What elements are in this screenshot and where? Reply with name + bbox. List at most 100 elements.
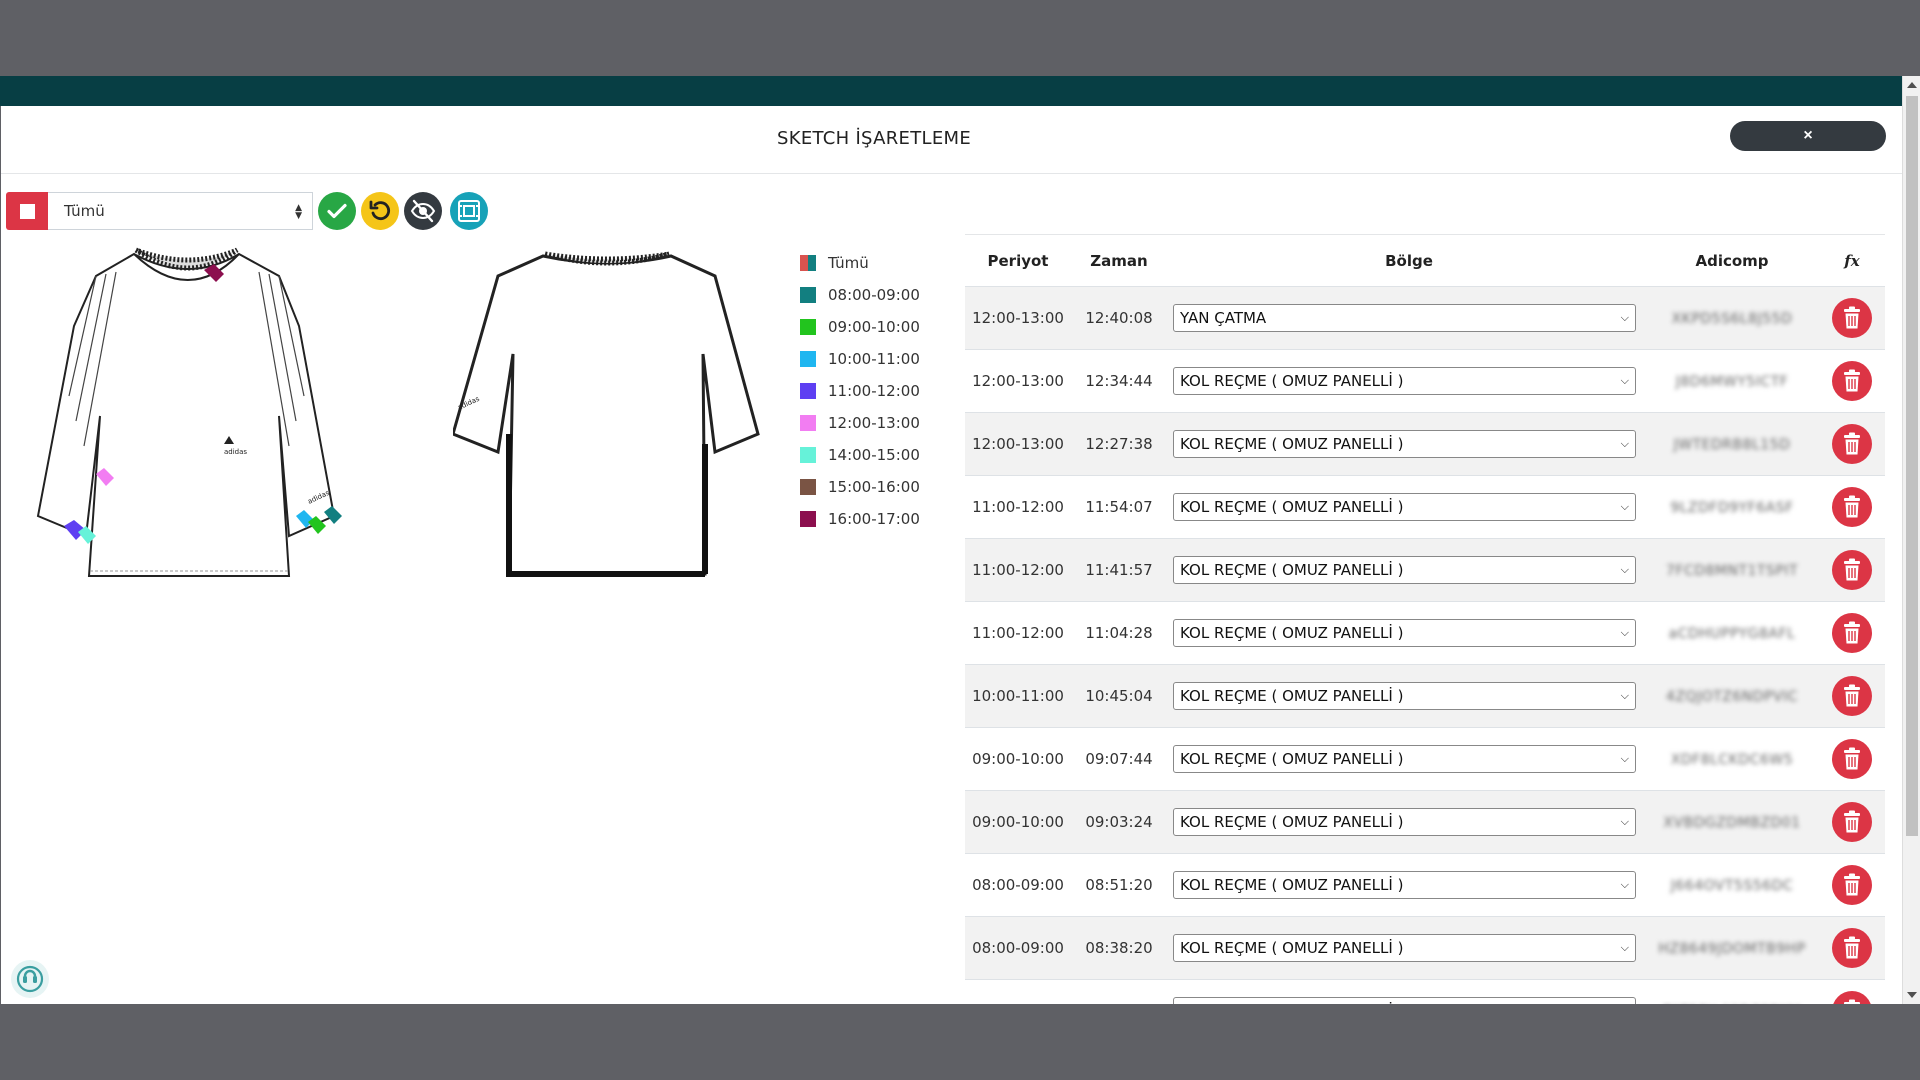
svg-text:adidas: adidas — [224, 448, 247, 456]
legend-item[interactable]: 08:00-09:00 — [800, 279, 920, 311]
page-scrollbar[interactable] — [1902, 76, 1920, 1004]
cell-zaman: 12:27:38 — [1085, 435, 1153, 453]
cell-zaman: 11:54:07 — [1085, 498, 1153, 516]
trash-icon — [1844, 684, 1860, 707]
bolge-value: KOL REÇME ( OMUZ PANELLİ ) — [1180, 498, 1404, 516]
delete-button[interactable] — [1832, 298, 1872, 338]
cell-zaman: 10:45:04 — [1085, 687, 1153, 705]
legend-item[interactable]: 16:00-17:00 — [800, 503, 920, 535]
scroll-down-icon[interactable] — [1907, 992, 1917, 998]
bolge-select[interactable]: KOL REÇME ( OMUZ PANELLİ )⌵ — [1173, 745, 1636, 773]
delete-button[interactable] — [1832, 550, 1872, 590]
trash-icon — [1844, 495, 1860, 518]
trash-icon — [1844, 747, 1860, 770]
table-row: 10:00-11:00 10:45:04 KOL REÇME ( OMUZ PANE… — [965, 664, 1885, 727]
cell-actions — [1819, 739, 1885, 779]
adicomp-value: XDF8LCKDC6W5 — [1670, 752, 1794, 768]
chevron-down-icon: ⌵ — [1620, 563, 1629, 576]
bolge-select[interactable]: KOL REÇME ( OMUZ PANELLİ ) ⌵ — [1173, 493, 1636, 521]
legend-swatch — [800, 511, 816, 527]
bolge-select[interactable]: YAN ÇATMA ⌵ — [1173, 304, 1636, 332]
delete-button[interactable] — [1832, 802, 1872, 842]
delete-button[interactable] — [1832, 424, 1872, 464]
bolge-value: KOL REÇME ( OMUZ PANELLİ ) — [1180, 1002, 1403, 1004]
bolge-select[interactable]: KOL REÇME ( OMUZ PANELLİ )⌵ — [1173, 808, 1636, 836]
delete-button[interactable] — [1832, 487, 1872, 527]
cell-zaman: 09:03:24 — [1085, 813, 1153, 831]
delete-button[interactable] — [1832, 739, 1872, 779]
undo-button[interactable] — [361, 192, 399, 230]
bolge-select[interactable]: KOL REÇME ( OMUZ PANELLİ )⌵ — [1173, 934, 1636, 962]
bolge-value: KOL REÇME ( OMUZ PANELLİ ) — [1180, 624, 1404, 642]
legend-label: 10:00-11:00 — [828, 350, 920, 368]
delete-button[interactable] — [1832, 361, 1872, 401]
bolge-select[interactable]: KOL REÇME ( OMUZ PANELLİ ) ⌵ — [1173, 556, 1636, 584]
table-row: 14:00-15:0014:31:00 KOL REÇME ( OMUZ PANE… — [965, 979, 1885, 1004]
garment-front-sketch[interactable]: adidas adidas — [34, 236, 344, 596]
chevron-down-icon: ⌵ — [1620, 941, 1629, 954]
cell-zaman: 09:07:44 — [1085, 750, 1153, 768]
legend-item[interactable]: 10:00-11:00 — [800, 343, 920, 375]
cell-periyot: 08:00-09:00 — [972, 876, 1064, 894]
fit-screen-button[interactable] — [450, 192, 488, 230]
modal-title: SKETCH İŞARETLEME — [776, 128, 972, 149]
garment-back-sketch[interactable]: adidas — [453, 234, 763, 594]
confirm-button[interactable] — [318, 192, 356, 230]
bolge-value: KOL REÇME ( OMUZ PANELLİ ) — [1180, 750, 1404, 768]
scroll-up-icon[interactable] — [1907, 82, 1917, 88]
support-fab[interactable] — [11, 960, 49, 998]
select-arrows-icon: ▲ ▼ — [295, 203, 302, 221]
chevron-down-icon: ⌵ — [1620, 437, 1629, 450]
legend-item-all[interactable]: Tümü — [800, 247, 920, 279]
bolge-select[interactable]: KOL REÇME ( OMUZ PANELLİ )⌵ — [1173, 619, 1636, 647]
trash-icon — [1844, 558, 1860, 581]
period-filter-value: Tümü — [64, 202, 105, 220]
bolge-value: KOL REÇME ( OMUZ PANELLİ ) — [1180, 687, 1404, 705]
cell-bolge: KOL REÇME ( OMUZ PANELLİ )⌵ — [1167, 997, 1645, 1004]
chevron-down-icon: ⌵ — [1620, 500, 1629, 513]
adicomp-value: 4ZQJOTZ6NDPVIC — [1666, 689, 1798, 705]
bolge-value: KOL REÇME ( OMUZ PANELLİ ) — [1180, 561, 1404, 579]
cell-adicomp: 7FCD8MNT1TSPIT — [1645, 561, 1819, 579]
legend-swatch — [800, 447, 816, 463]
adicomp-value: XKPD5S6L8J55D — [1671, 311, 1793, 327]
cell-actions — [1819, 361, 1885, 401]
legend-item[interactable]: 11:00-12:00 — [800, 375, 920, 407]
bolge-select[interactable]: KOL REÇME ( OMUZ PANELLİ )⌵ — [1173, 871, 1636, 899]
cell-bolge: KOL REÇME ( OMUZ PANELLİ )⌵ — [1167, 430, 1645, 458]
cell-periyot: 11:00-12:00 — [972, 561, 1064, 579]
scroll-thumb[interactable] — [1906, 96, 1918, 836]
trash-icon — [1844, 873, 1860, 896]
cell-bolge: KOL REÇME ( OMUZ PANELLİ )⌵ — [1167, 934, 1645, 962]
delete-button[interactable] — [1832, 865, 1872, 905]
legend-item[interactable]: 15:00-16:00 — [800, 471, 920, 503]
cell-adicomp: aCDHUPPYG8AFL — [1645, 624, 1819, 642]
bolge-select[interactable]: KOL REÇME ( OMUZ PANELLİ )⌵ — [1173, 997, 1636, 1004]
stop-button[interactable] — [6, 192, 48, 230]
legend-item[interactable]: 09:00-10:00 — [800, 311, 920, 343]
delete-button[interactable] — [1832, 676, 1872, 716]
delete-button[interactable] — [1832, 613, 1872, 653]
cell-periyot: 12:00-13:00 — [972, 435, 1064, 453]
legend-swatch — [800, 479, 816, 495]
hide-markers-button[interactable] — [404, 192, 442, 230]
cell-adicomp: TAT5RY-62D78PKM — [1645, 1002, 1819, 1004]
period-filter-select[interactable]: Tümü ▲ ▼ — [48, 192, 313, 230]
legend-item[interactable]: 14:00-15:00 — [800, 439, 920, 471]
delete-button[interactable] — [1832, 928, 1872, 968]
header-periyot: Periyot — [987, 251, 1049, 270]
cell-bolge: YAN ÇATMA ⌵ — [1167, 304, 1645, 332]
bolge-select[interactable]: KOL REÇME ( OMUZ PANELLİ )⌵ — [1173, 367, 1636, 395]
cell-zaman: 11:04:28 — [1085, 624, 1153, 642]
bolge-select[interactable]: KOL REÇME ( OMUZ PANELLİ )⌵ — [1173, 430, 1636, 458]
check-icon — [327, 203, 347, 219]
legend-label: 15:00-16:00 — [828, 478, 920, 496]
table-row: 09:00-10:00 09:03:24 KOL REÇME ( OMUZ PANE… — [965, 790, 1885, 853]
cell-periyot: 10:00-11:00 — [972, 687, 1064, 705]
bolge-select[interactable]: KOL REÇME ( OMUZ PANELLİ )⌵ — [1173, 682, 1636, 710]
cell-actions — [1819, 550, 1885, 590]
delete-button[interactable] — [1832, 991, 1872, 1004]
close-button[interactable]: × — [1730, 121, 1886, 151]
legend-item[interactable]: 12:00-13:00 — [800, 407, 920, 439]
table-row: 12:00-13:00 12:27:38 KOL REÇME ( OMUZ PANE… — [965, 412, 1885, 475]
